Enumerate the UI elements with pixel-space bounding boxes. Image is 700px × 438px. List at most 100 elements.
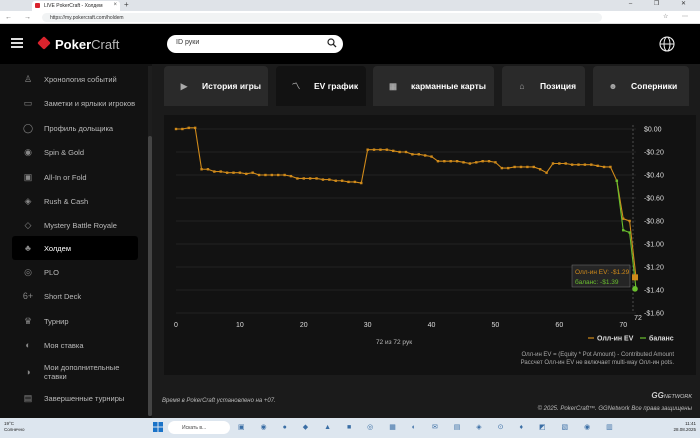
y-tick-label: -$0.80 [644, 219, 664, 226]
sidebar-item-label: Заметки и ярлыки игроков [44, 98, 136, 108]
sidebar-item-3[interactable]: ◉ Spin & Gold [12, 143, 138, 161]
sidebar-item-label: Short Deck [44, 291, 82, 301]
data-point [289, 174, 293, 178]
taskbar-pinned-icons[interactable]: ▣ ◉ ● ◆ ▲ ■ ◎ ▦ ◐ ✉ ▤ ◈ ⊙ ♦ ◩ ▧ ◉ ▥ [238, 423, 620, 431]
browser-tab[interactable]: LIVE PokerCraft - Холдем × [32, 1, 120, 11]
data-point [270, 173, 274, 177]
data-point [628, 231, 631, 234]
data-point [213, 170, 216, 173]
ggnetwork-logo: GGNETWORK [651, 391, 692, 400]
data-point [206, 168, 210, 171]
logo-poker: Poker [55, 37, 92, 52]
extra-stake-icon: ◑ [25, 367, 31, 377]
tab-label: Позиция [540, 81, 577, 91]
formula-line-2: Рассчет Олл-ин EV не включает multi-way … [521, 360, 675, 366]
data-point [245, 172, 248, 176]
data-point [219, 170, 222, 173]
taskbar-search-input[interactable]: Искать в... [168, 421, 230, 434]
close-tab-icon[interactable]: × [113, 2, 117, 8]
tab-0[interactable]: ▶ История игры [164, 66, 268, 106]
x-tick-label: 10 [236, 322, 244, 329]
sidebar-item-9[interactable]: 6+ Short Deck [12, 287, 138, 305]
sidebar-item-0[interactable]: ♙ Хронология событий [12, 70, 138, 88]
sidebar-item-10[interactable]: ♛ Турнир [12, 312, 138, 330]
tab-2[interactable]: ▦ карманные карты [373, 66, 494, 106]
sidebar-item-label: Моя ставка [44, 340, 84, 350]
data-point [577, 163, 580, 166]
main-content: ▶ История игры 〽 EV график ▦ карманные карты ⌂… [152, 64, 700, 418]
hand-id-search-input[interactable]: ID руки [167, 35, 343, 53]
data-point [257, 173, 261, 177]
x-tick-label: 50 [492, 322, 500, 329]
sidebar-item-2[interactable]: ◯ Профиль дольщика [12, 119, 138, 137]
timezone-note: Время в PokerCraft установлено на +07. [162, 398, 276, 404]
tab-1[interactable]: 〽 EV график [276, 66, 366, 106]
x-tick-label: 0 [174, 322, 178, 329]
balance-endpoint-marker [632, 286, 638, 292]
sidebar-item-7[interactable]: ♣ Холдем [12, 236, 138, 260]
data-point [538, 168, 542, 171]
tab-3[interactable]: ⌂ Позиция [502, 66, 585, 106]
search-icon[interactable] [327, 38, 337, 48]
data-point [513, 165, 516, 169]
data-point [296, 177, 299, 180]
series-line-0 [176, 127, 637, 278]
browser-tab-title: LIVE PokerCraft - Холдем [44, 3, 103, 9]
url-input[interactable]: https://my.pokercraft.com/holdem [42, 13, 602, 22]
tab-label: карманные карты [411, 81, 487, 91]
legend-ev-label: Олл-ин EV [597, 336, 634, 343]
sidebar-item-label: Rush & Cash [44, 196, 89, 206]
ev-endpoint-marker [632, 274, 638, 281]
sidebar-item-4[interactable]: ▣ All-In or Fold [12, 168, 138, 186]
y-tick-label: -$1.00 [644, 242, 664, 249]
notes-icon: ▭ [23, 97, 33, 108]
data-point [193, 126, 197, 130]
sidebar-item-11[interactable]: ◐ Моя ставка [12, 336, 138, 354]
data-point [398, 150, 401, 154]
tab-4[interactable]: ☻ Соперники [593, 66, 689, 106]
new-tab-button[interactable]: + [124, 0, 129, 9]
data-point [181, 127, 184, 131]
sidebar-item-5[interactable]: ◈ Rush & Cash [12, 192, 138, 210]
data-point [347, 180, 350, 184]
tab-label: EV график [314, 81, 359, 91]
sidebar-item-label: Завершенные турниры [44, 393, 125, 403]
weather-widget[interactable]: 19°C Солнечно [4, 421, 24, 433]
pokercraft-logo[interactable]: PokerCraft [55, 37, 119, 52]
data-point [583, 163, 587, 166]
data-point [449, 160, 452, 163]
data-point [283, 173, 286, 177]
sidebar-item-12[interactable]: ◑ Мои дополнительные ставки [12, 359, 138, 385]
browser-toolbar-icons[interactable]: ☆ ⋯ [663, 13, 694, 20]
data-point [404, 150, 408, 154]
window-controls[interactable]: – ❐ ✕ [629, 0, 696, 7]
globe-icon[interactable] [659, 36, 675, 52]
taskbar-clock[interactable]: 11:41 28.08.2025 [673, 421, 696, 433]
data-point [532, 165, 535, 169]
sidebar-item-label: PLO [44, 267, 60, 277]
hamburger-menu-icon[interactable] [11, 38, 23, 48]
sidebar-item-6[interactable]: ◇ Mystery Battle Royale [12, 216, 138, 234]
y-tick-label: -$0.40 [644, 173, 664, 180]
sidebar-item-1[interactable]: ▭ Заметки и ярлыки игроков [12, 90, 138, 116]
tab-label: Соперники [631, 81, 678, 91]
windows-start-icon[interactable] [153, 422, 163, 432]
data-point [500, 166, 504, 170]
chart-icon: 〽 [291, 81, 301, 91]
data-point [187, 126, 190, 130]
y-tick-label: $0.00 [644, 127, 662, 134]
address-bar: ← → ⟳ https://my.pokercraft.com/holdem ☆… [0, 11, 700, 24]
opponent-icon: ☻ [608, 81, 618, 91]
sidebar-item-label: All-In or Fold [44, 172, 87, 182]
sidebar-item-13[interactable]: ▤ Завершенные турниры [12, 389, 138, 407]
data-point [334, 179, 337, 182]
data-point [468, 162, 472, 165]
grid-icon: ▦ [388, 80, 398, 91]
data-point [487, 160, 491, 163]
sidebar-item-8[interactable]: ◎ PLO [12, 263, 138, 281]
data-point [609, 165, 612, 169]
ev-chart: $0.00 -$0.20 -$0.40 -$0.60 -$0.80 -$1.00 -$1.2… [174, 125, 675, 366]
data-point [423, 154, 427, 157]
data-point [590, 163, 593, 166]
y-tick-label: -$0.20 [644, 150, 664, 157]
